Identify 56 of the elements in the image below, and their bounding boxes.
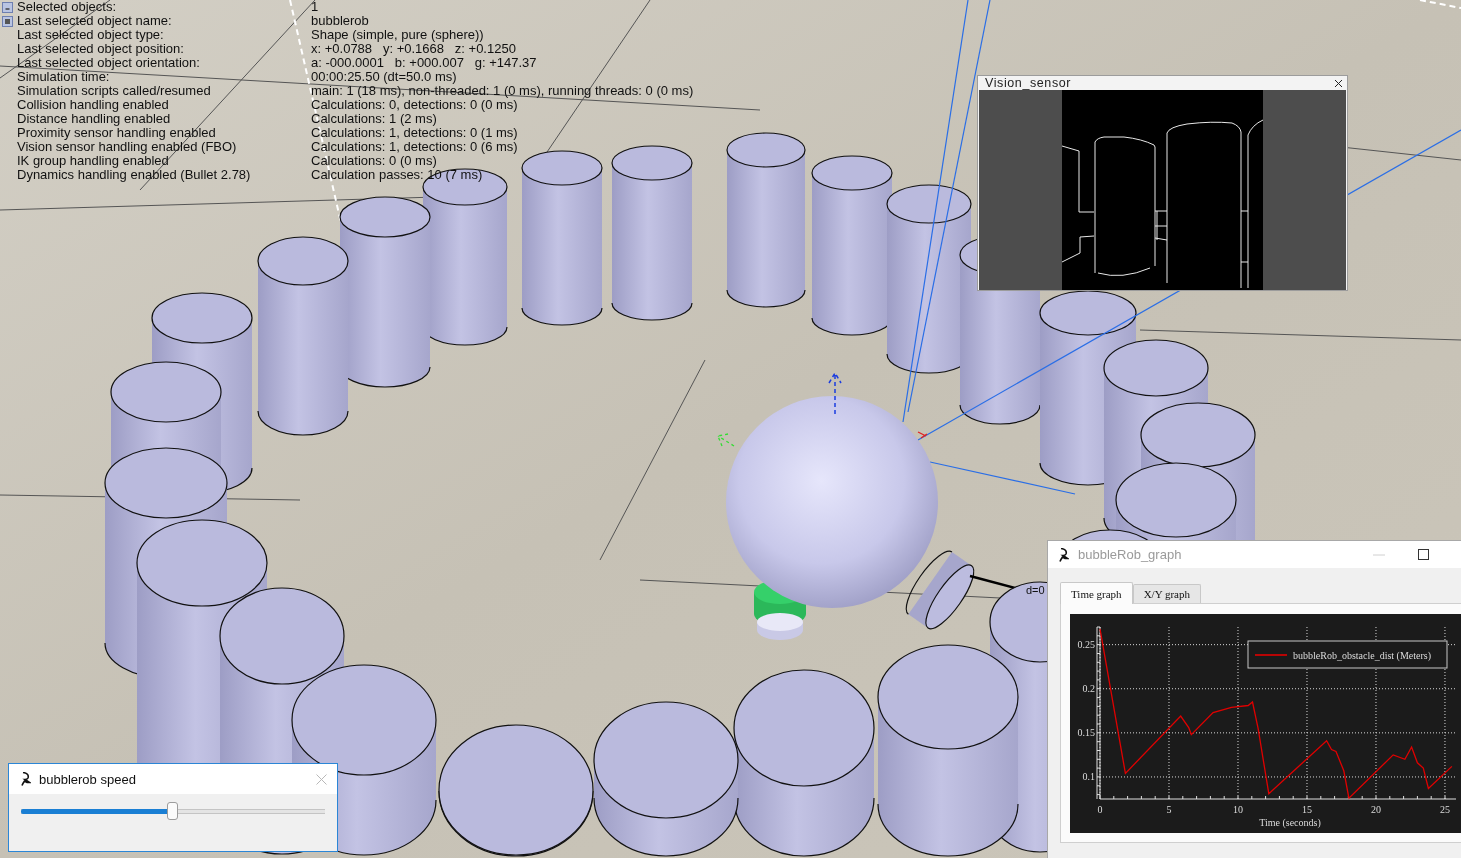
info-value: Calculations: 0 (0 ms) [311, 154, 438, 168]
tick-label: 0.15 [1077, 727, 1095, 739]
info-label: Collision handling enabled [17, 98, 170, 112]
dashed-guide-line [1419, 0, 1461, 9]
info-label: Last selected object type: [17, 28, 165, 42]
info-value: 1 [311, 0, 320, 14]
tick-label: 15 [1302, 804, 1312, 815]
close-icon[interactable] [1334, 78, 1343, 88]
info-label: Last selected object name: [17, 14, 173, 28]
caster-wheel [757, 613, 803, 640]
tick-label: 0.1 [1082, 771, 1095, 783]
square-icon[interactable] [2, 15, 13, 27]
info-value: x: +0.0788 y: +0.1668 z: +0.1250 [311, 42, 517, 56]
tick-label: 20 [1370, 804, 1381, 815]
info-value: 00:00:25.50 (dt=50.0 ms) [311, 70, 458, 84]
info-label: Simulation scripts called/resumed [17, 84, 212, 98]
dashed-arrow [828, 371, 842, 415]
info-label: Proximity sensor handling enabled [17, 126, 217, 140]
window-title: bubbleRob_graph [1078, 547, 1182, 562]
tick-label: 0.25 [1077, 639, 1095, 651]
slider-thumb[interactable] [167, 802, 178, 820]
info-value: Calculations: 1, detections: 0 (1 ms) [311, 126, 519, 140]
info-label: Selected objects: [17, 0, 117, 14]
info-value: bubblerob [311, 14, 370, 28]
tick-label: 10 [1233, 804, 1243, 815]
axis-marker [917, 431, 928, 439]
axis-title: Time (seconds) [1259, 817, 1321, 828]
distance-label: d=0 [1026, 584, 1045, 596]
tab[interactable]: Time graph [1060, 582, 1133, 604]
legend-label: bubbleRob_obstacle_dist (Meters) [1293, 649, 1432, 661]
legend-line-icon [1254, 654, 1288, 656]
info-value: Calculations: 1, detections: 0 (6 ms) [311, 140, 519, 154]
info-label: Vision sensor handling enabled (FBO) [17, 140, 238, 154]
info-value: Shape (simple, pure (sphere)) [311, 28, 485, 42]
info-value: Calculations: 0, detections: 0 (0 ms) [311, 98, 519, 112]
info-label: Simulation time: [17, 70, 110, 84]
dashed-arrow [717, 433, 735, 447]
info-label: IK group handling enabled [17, 154, 170, 168]
tick-label: 25 [1439, 804, 1450, 815]
app-logo-icon [1059, 547, 1069, 562]
info-value: Calculations: 1 (2 ms) [311, 112, 438, 126]
info-label: Last selected object position: [17, 42, 185, 56]
tick-label: 0 [1097, 804, 1103, 815]
minus-icon[interactable] [2, 1, 13, 13]
info-label: Last selected object orientation: [17, 56, 201, 70]
info-label: Dynamics handling enabled (Bullet 2.78) [17, 168, 252, 182]
window-title: Vision_sensor [985, 76, 1072, 90]
info-value: main: 1 (18 ms), non-threaded: 1 (0 ms), running threads: 0 (0 ms) [311, 84, 694, 98]
tick-label: 0.2 [1082, 683, 1095, 695]
window-title: bubblerob speed [39, 771, 136, 787]
info-label: Distance handling enabled [17, 112, 172, 126]
tab[interactable]: X/Y graph [1132, 584, 1201, 603]
maximize-icon[interactable] [1418, 549, 1429, 560]
tick-label: 5 [1166, 804, 1172, 815]
app-logo-icon [21, 772, 31, 786]
info-value: a: -000.0001 b: +000.007 g: +147.37 [311, 56, 538, 70]
